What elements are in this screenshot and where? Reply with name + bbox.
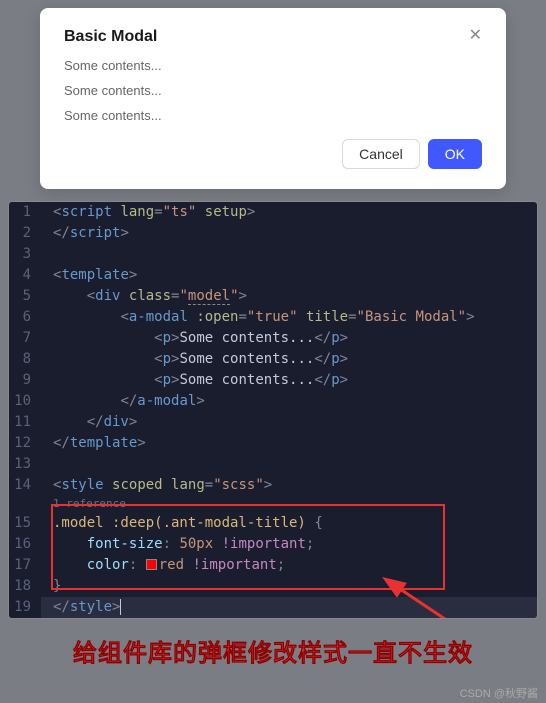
annotation-caption: 给组件库的弹框修改样式一直不生效 [0,633,546,668]
code-line: 5 <div class="model"> [9,286,537,307]
line-number: 2 [9,223,41,244]
code-line: 15.model :deep(.ant-modal-title) { [9,513,537,534]
code-line: 18} [9,576,537,597]
code-line: 8 <p>Some contents...</p> [9,349,537,370]
code-line: 11 </div> [9,412,537,433]
line-number: 14 [9,475,41,496]
line-number: 1 [9,202,41,223]
line-number: 18 [9,576,41,597]
code-line: 6 <a-modal :open="true" title="Basic Mod… [9,307,537,328]
cursor-icon [120,599,121,615]
modal-footer: Cancel OK [64,139,482,169]
code-line: 14<style scoped lang="scss"> [9,475,537,496]
code-line: 7 <p>Some contents...</p> [9,328,537,349]
code-line: 10 </a-modal> [9,391,537,412]
modal-title: Basic Modal [64,28,157,46]
modal-body: Some contents... Some contents... Some c… [64,58,482,123]
modal-backdrop: Basic Modal ✕ Some contents... Some cont… [0,0,546,189]
code-line-active: 19</style> [9,597,537,618]
line-number: 10 [9,391,41,412]
line-number: 3 [9,244,41,265]
line-number: 4 [9,265,41,286]
code-editor[interactable]: 1<script lang="ts" setup> 2</script> 3 4… [8,201,538,619]
line-number: 16 [9,534,41,555]
close-icon[interactable]: ✕ [469,28,482,44]
code-line: 13 [9,454,537,475]
ok-button[interactable]: OK [428,139,482,169]
line-number: 7 [9,328,41,349]
code-line: 9 <p>Some contents...</p> [9,370,537,391]
modal-dialog: Basic Modal ✕ Some contents... Some cont… [40,8,506,189]
code-line: 2</script> [9,223,537,244]
reference-hint: 1 reference [9,496,537,513]
line-number: 19 [9,597,41,618]
code-line: 12</template> [9,433,537,454]
line-number: 17 [9,555,41,576]
cancel-button[interactable]: Cancel [342,139,420,169]
line-number: 12 [9,433,41,454]
code-line: 3 [9,244,537,265]
modal-header: Basic Modal ✕ [64,28,482,46]
color-swatch-icon [146,559,157,570]
line-number: 6 [9,307,41,328]
code-line: 1<script lang="ts" setup> [9,202,537,223]
line-number: 13 [9,454,41,475]
line-number: 9 [9,370,41,391]
line-number: 8 [9,349,41,370]
watermark: CSDN @秋野酱 [460,685,538,701]
line-number: 15 [9,513,41,534]
code-line: 17 color: red !important; [9,555,537,576]
line-number: 11 [9,412,41,433]
modal-content-line: Some contents... [64,58,482,73]
modal-content-line: Some contents... [64,83,482,98]
code-line: 4<template> [9,265,537,286]
line-number: 5 [9,286,41,307]
code-line: 16 font-size: 50px !important; [9,534,537,555]
modal-content-line: Some contents... [64,108,482,123]
